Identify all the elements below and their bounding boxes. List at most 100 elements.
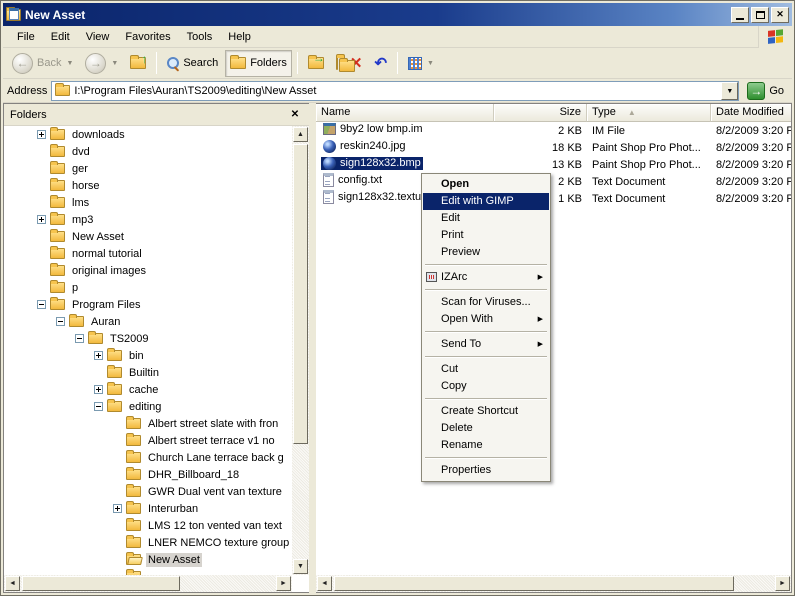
tree-item-lner-nemco-texture-group[interactable]: LNER NEMCO texture group <box>4 534 309 551</box>
menubar-item-edit[interactable]: Edit <box>43 28 78 46</box>
file-name-selected[interactable]: sign128x32.bmp <box>321 157 423 170</box>
pane-splitter[interactable] <box>309 103 316 593</box>
folders-panel-close-button[interactable]: ✕ <box>287 108 303 122</box>
menubar-item-tools[interactable]: Tools <box>179 28 221 46</box>
file-row[interactable]: 9by2 low bmp.im2 KBIM File8/2/2009 3:20 … <box>316 122 791 139</box>
tree-item-gwr-dual-vent-van-texture[interactable]: GWR Dual vent van texture <box>4 483 309 500</box>
context-menu-item-copy[interactable]: Copy <box>423 378 549 395</box>
files-horizontal-scrollbar[interactable]: ◄ ► <box>316 575 791 592</box>
tree-item-ger[interactable]: ger <box>4 160 309 177</box>
toolbar-folders-button[interactable]: Folders <box>225 50 292 77</box>
address-dropdown-button[interactable]: ▼ <box>721 82 738 100</box>
toolbar-move-to-button[interactable]: → <box>303 50 329 77</box>
collapse-minus-icon[interactable] <box>56 317 65 326</box>
context-menu-item-scan-for-viruses-[interactable]: Scan for Viruses... <box>423 294 549 311</box>
tree-item-new-asset[interactable]: New Asset <box>4 551 309 568</box>
expand-plus-icon[interactable] <box>37 215 46 224</box>
context-menu-item-izarc[interactable]: IZArc▶ <box>423 269 549 286</box>
tree-item-new-asset[interactable]: New Asset <box>4 228 309 245</box>
address-combobox[interactable]: I:\Program Files\Auran\TS2009\editing\Ne… <box>51 81 739 101</box>
file-name[interactable]: reskin240.jpg <box>321 140 407 153</box>
context-menu-item-properties[interactable]: Properties <box>423 462 549 479</box>
collapse-minus-icon[interactable] <box>94 402 103 411</box>
tree-item-original-images[interactable]: original images <box>4 262 309 279</box>
tree-item-auran[interactable]: Auran <box>4 313 309 330</box>
toolbar-undo-button[interactable]: ↶ <box>369 50 392 77</box>
toolbar-search-button[interactable]: Search <box>162 50 223 77</box>
context-menu-item-cut[interactable]: Cut <box>423 361 549 378</box>
tree-item-ts2009[interactable]: TS2009 <box>4 330 309 347</box>
scroll-down-icon[interactable]: ▼ <box>293 559 308 574</box>
context-menu-item-edit-with-gimp[interactable]: Edit with GIMP <box>423 193 549 210</box>
address-path[interactable]: I:\Program Files\Auran\TS2009\editing\Ne… <box>74 85 717 97</box>
tree-item-lms-12-ton-vented-van-text[interactable]: LMS 12 ton vented van text <box>4 517 309 534</box>
toolbar-forward-button[interactable]: →▼ <box>80 50 123 77</box>
expand-plus-icon[interactable] <box>37 130 46 139</box>
column-header-date-modified[interactable]: Date Modified <box>711 104 792 122</box>
tree-vscroll-thumb[interactable] <box>293 144 308 444</box>
menubar-item-view[interactable]: View <box>78 28 118 46</box>
scroll-left-icon[interactable]: ◄ <box>317 576 332 591</box>
tree-item-albert-street-slate-with-fron[interactable]: Albert street slate with fron <box>4 415 309 432</box>
scroll-up-icon[interactable]: ▲ <box>293 127 308 142</box>
scroll-right-icon[interactable]: ► <box>775 576 790 591</box>
toolbar-up-button[interactable]: ↑ <box>125 50 151 77</box>
tree-item-editing[interactable]: editing <box>4 398 309 415</box>
collapse-minus-icon[interactable] <box>75 334 84 343</box>
column-header-type[interactable]: Type▲ <box>587 104 711 122</box>
context-menu-item-print[interactable]: Print <box>423 227 549 244</box>
toolbar-back-button[interactable]: ←Back▼ <box>7 50 78 77</box>
tree-item-dhr-billboard-18[interactable]: DHR_Billboard_18 <box>4 466 309 483</box>
expand-plus-icon[interactable] <box>113 504 122 513</box>
column-header-name[interactable]: Name <box>316 104 494 122</box>
context-menu-item-edit[interactable]: Edit <box>423 210 549 227</box>
menubar-item-file[interactable]: File <box>9 28 43 46</box>
tree-item-horse[interactable]: horse <box>4 177 309 194</box>
tree-horizontal-scrollbar[interactable]: ◄ ► <box>4 575 292 592</box>
scroll-right-icon[interactable]: ► <box>276 576 291 591</box>
tree-hscroll-thumb[interactable] <box>22 576 180 591</box>
toolbar-views-button[interactable]: ▼ <box>403 50 439 77</box>
scroll-left-icon[interactable]: ◄ <box>5 576 20 591</box>
context-menu-item-preview[interactable]: Preview <box>423 244 549 261</box>
go-button[interactable]: → Go <box>743 82 788 100</box>
context-menu-item-open-with[interactable]: Open With▶ <box>423 311 549 328</box>
context-menu-item-open[interactable]: Open <box>423 176 549 193</box>
menubar-item-favorites[interactable]: Favorites <box>117 28 178 46</box>
maximize-button[interactable] <box>751 7 769 23</box>
files-hscroll-thumb[interactable] <box>334 576 734 591</box>
tree-item-builtin[interactable]: Builtin <box>4 364 309 381</box>
tree-item-church-lane-terrace-back-g[interactable]: Church Lane terrace back g <box>4 449 309 466</box>
toolbar-copy-to-button[interactable] <box>331 50 343 77</box>
file-row[interactable]: reskin240.jpg18 KBPaint Shop Pro Phot...… <box>316 139 791 156</box>
context-menu-item-send-to[interactable]: Send To▶ <box>423 336 549 353</box>
context-menu-item-rename[interactable]: Rename <box>423 437 549 454</box>
tree-item-dvd[interactable]: dvd <box>4 143 309 160</box>
tree-item-cache[interactable]: cache <box>4 381 309 398</box>
tree-item-downloads[interactable]: downloads <box>4 126 309 143</box>
tree-item-p[interactable]: p <box>4 279 309 296</box>
tree-item-mp3[interactable]: mp3 <box>4 211 309 228</box>
context-menu-item-create-shortcut[interactable]: Create Shortcut <box>423 403 549 420</box>
tree-item-bin[interactable]: bin <box>4 347 309 364</box>
tree-vertical-scrollbar[interactable]: ▲ ▼ <box>292 126 309 575</box>
file-row[interactable]: config.txt2 KBText Document8/2/2009 3:20… <box>316 173 791 190</box>
minimize-button[interactable] <box>731 7 749 23</box>
collapse-minus-icon[interactable] <box>37 300 46 309</box>
context-menu-item-delete[interactable]: Delete <box>423 420 549 437</box>
expand-plus-icon[interactable] <box>94 351 103 360</box>
menubar-item-help[interactable]: Help <box>220 28 259 46</box>
expand-plus-icon[interactable] <box>94 385 103 394</box>
close-button[interactable]: ✕ <box>771 7 789 23</box>
tree-item-program-files[interactable]: Program Files <box>4 296 309 313</box>
file-name[interactable]: config.txt <box>321 173 384 187</box>
file-row[interactable]: sign128x32.bmp13 KBPaint Shop Pro Phot..… <box>316 156 791 173</box>
file-name[interactable]: 9by2 low bmp.im <box>321 123 425 135</box>
file-name[interactable]: sign128x32.textu <box>321 190 423 204</box>
file-row[interactable]: sign128x32.textu1 KBText Document8/2/200… <box>316 190 791 207</box>
tree-item-lms[interactable]: lms <box>4 194 309 211</box>
column-header-size[interactable]: Size <box>494 104 587 122</box>
tree-item-interurban[interactable]: Interurban <box>4 500 309 517</box>
tree-item-albert-street-terrace-v1-no[interactable]: Albert street terrace v1 no <box>4 432 309 449</box>
tree-item-normal-tutorial[interactable]: normal tutorial <box>4 245 309 262</box>
